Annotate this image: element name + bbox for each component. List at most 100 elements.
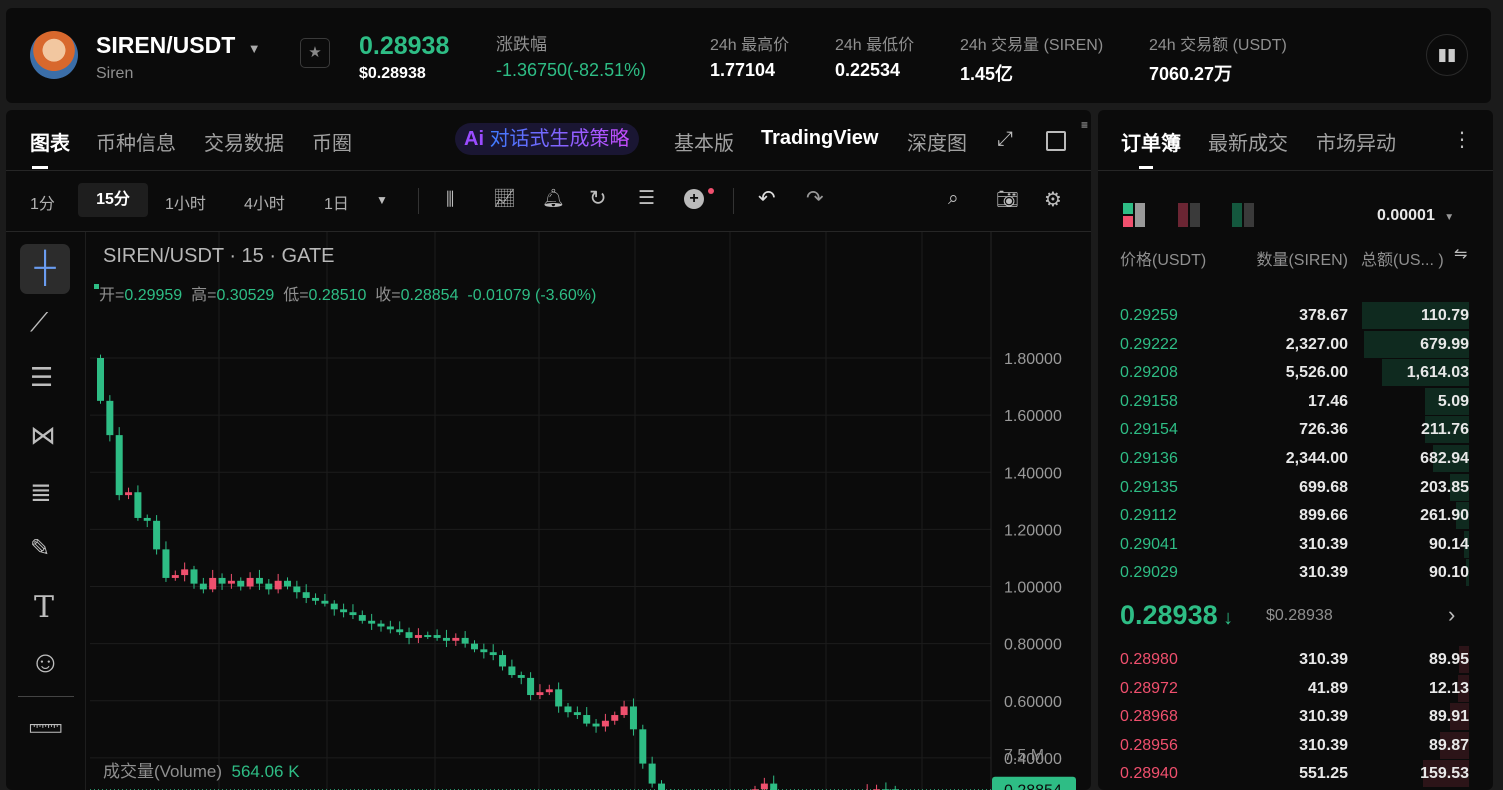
drag-handle-icon[interactable]: ≡ (1081, 119, 1088, 131)
templates-icon[interactable]: ☰ (638, 187, 655, 210)
replay-icon[interactable]: ↻ (589, 186, 607, 211)
book-icon-button[interactable]: ▮▮ (1426, 34, 1468, 76)
stat-value-low: 0.22534 (835, 60, 901, 80)
view-asks-icon[interactable] (1178, 203, 1202, 227)
ask-row[interactable]: 0.29158 17.46 5.09 (1098, 387, 1493, 416)
interval-1m[interactable]: 1分 (30, 190, 55, 214)
order-total: 90.10 (1428, 564, 1469, 582)
last-price: 0.28938 (359, 32, 450, 60)
tab-trade-data[interactable]: 交易数据 (204, 127, 284, 156)
ask-row[interactable]: 0.29208 5,526.00 1,614.03 (1098, 359, 1493, 387)
candle-body (508, 666, 516, 676)
bid-row[interactable]: 0.28956 310.39 89.87 (1098, 731, 1493, 760)
chart-panel: 图表 币种信息 交易数据 币圈 Ai 对话式生成策略 基本版 TradingVi… (6, 110, 1091, 790)
order-price: 0.29158 (1120, 392, 1178, 410)
change-value: -1.36750(-82.51%) (496, 60, 647, 80)
candle-body (190, 569, 198, 584)
bid-row[interactable]: 0.28940 551.25 159.53 (1098, 760, 1493, 788)
add-plus-icon[interactable]: + (684, 189, 704, 209)
ask-row[interactable]: 0.29222 2,327.00 679.99 (1098, 330, 1493, 359)
search-icon[interactable]: ⌕ (948, 188, 959, 210)
candle-body (377, 623, 385, 627)
precision-select[interactable]: 0.00001 ▼ (1377, 207, 1454, 225)
tab-chart[interactable]: 图表 (30, 127, 70, 156)
order-amount: 2,344.00 (1285, 450, 1348, 467)
view-bids-icon[interactable] (1232, 203, 1256, 227)
interval-4h[interactable]: 4小时 (244, 190, 285, 214)
order-total: 203.85 (1420, 478, 1469, 496)
more-vertical-icon[interactable]: ⋮ (1452, 127, 1472, 152)
close-value: 0.28854 (400, 287, 459, 304)
interval-15m-selected[interactable]: 15分 (78, 183, 148, 217)
candlestick-chart[interactable]: 1.80000 1.60000 1.40000 1.20000 1.00000 0.800… (6, 232, 1091, 790)
order-total: 89.91 (1428, 708, 1469, 726)
pair-selector[interactable]: SIREN/USDT ▼ (96, 32, 261, 59)
candle-body (246, 577, 254, 587)
ask-row[interactable]: 0.29112 899.66 261.90 (1098, 502, 1493, 530)
candle-body (471, 643, 478, 650)
redo-icon[interactable]: ↷ (806, 186, 824, 211)
order-amount: 2,327.00 (1285, 335, 1348, 353)
candle-body (312, 597, 320, 601)
candle-body (125, 492, 133, 496)
order-amount: 726.36 (1299, 421, 1348, 439)
interval-1h[interactable]: 1小时 (165, 190, 206, 214)
view-both-icon[interactable] (1123, 203, 1147, 227)
candle-body (527, 677, 535, 696)
view-basic[interactable]: 基本版 (674, 127, 734, 156)
view-depth[interactable]: 深度图 (907, 127, 967, 156)
active-tab-underline (1139, 166, 1153, 169)
precision-value: 0.00001 (1377, 207, 1435, 224)
expand-icon[interactable]: ⤢ (997, 128, 1013, 151)
order-total: 159.53 (1420, 765, 1469, 783)
candle-body (555, 689, 563, 707)
alert-bell-icon[interactable]: 🔔︎ (542, 188, 565, 209)
undo-icon[interactable]: ↶ (758, 186, 776, 211)
window-icon[interactable] (1046, 131, 1066, 151)
chevron-right-icon[interactable]: › (1448, 602, 1455, 628)
tab-latest-trades[interactable]: 最新成交 (1208, 127, 1288, 156)
camera-icon[interactable]: 📷︎ (996, 189, 1019, 210)
ask-row[interactable]: 0.29259 378.67 110.79 (1098, 302, 1493, 330)
swap-icon[interactable]: ⇋ (1454, 244, 1467, 264)
open-value: 0.29959 (124, 287, 183, 304)
candle-body (106, 400, 114, 436)
candle-body (227, 580, 235, 584)
interval-dropdown-icon[interactable]: ▼ (376, 193, 388, 207)
ask-row[interactable]: 0.29154 726.36 211.76 (1098, 416, 1493, 444)
tab-orderbook[interactable]: 订单簿 (1121, 127, 1181, 156)
candle-type-icon[interactable]: ⫼ (446, 189, 454, 210)
interval-1d[interactable]: 1日 (324, 190, 349, 214)
order-amount: 310.39 (1299, 651, 1348, 668)
candle-body (573, 712, 581, 716)
tab-market-moves[interactable]: 市场异动 (1316, 127, 1396, 156)
candle-body (284, 580, 291, 587)
bid-row[interactable]: 0.28980 310.39 89.95 (1098, 646, 1493, 674)
indicators-icon[interactable]: 📈︎ (493, 188, 516, 209)
candle-body (433, 635, 441, 638)
order-price: 0.29259 (1120, 307, 1178, 324)
view-tradingview[interactable]: TradingView (761, 127, 878, 150)
orderbook-panel: 订单簿 最新成交 市场异动 ⋮ 0.00001 ▼ 价格(USDT) 数量(SI… (1098, 110, 1493, 790)
order-amount: 699.68 (1299, 478, 1348, 496)
order-amount: 378.67 (1299, 307, 1348, 324)
y-tick-label: 1.60000 (1004, 408, 1062, 425)
ask-row[interactable]: 0.29029 310.39 90.10 (1098, 559, 1493, 587)
notification-dot (708, 188, 714, 194)
bid-row[interactable]: 0.28968 310.39 89.91 (1098, 703, 1493, 731)
ticker-header: SIREN/USDT ▼ Siren ★ 0.28938 $0.28938 涨跌… (6, 8, 1491, 103)
tab-community[interactable]: 币圈 (312, 127, 352, 156)
y-tick-label: 1.40000 (1004, 465, 1062, 482)
favorite-star-button[interactable]: ★ (300, 38, 330, 68)
ai-strategy-button[interactable]: Ai 对话式生成策略 (455, 123, 639, 155)
tab-coin-info[interactable]: 币种信息 (96, 127, 176, 156)
high-label: 高= (191, 287, 217, 304)
candle-body (162, 549, 170, 578)
ai-icon: Ai (464, 128, 484, 150)
bid-row[interactable]: 0.28972 41.89 12.13 (1098, 674, 1493, 703)
ask-row[interactable]: 0.29135 699.68 203.85 (1098, 473, 1493, 502)
ask-row[interactable]: 0.29041 310.39 90.14 (1098, 530, 1493, 559)
candle-body (396, 629, 404, 633)
ask-row[interactable]: 0.29136 2,344.00 682.94 (1098, 445, 1493, 473)
gear-icon[interactable]: ⚙ (1044, 187, 1062, 212)
